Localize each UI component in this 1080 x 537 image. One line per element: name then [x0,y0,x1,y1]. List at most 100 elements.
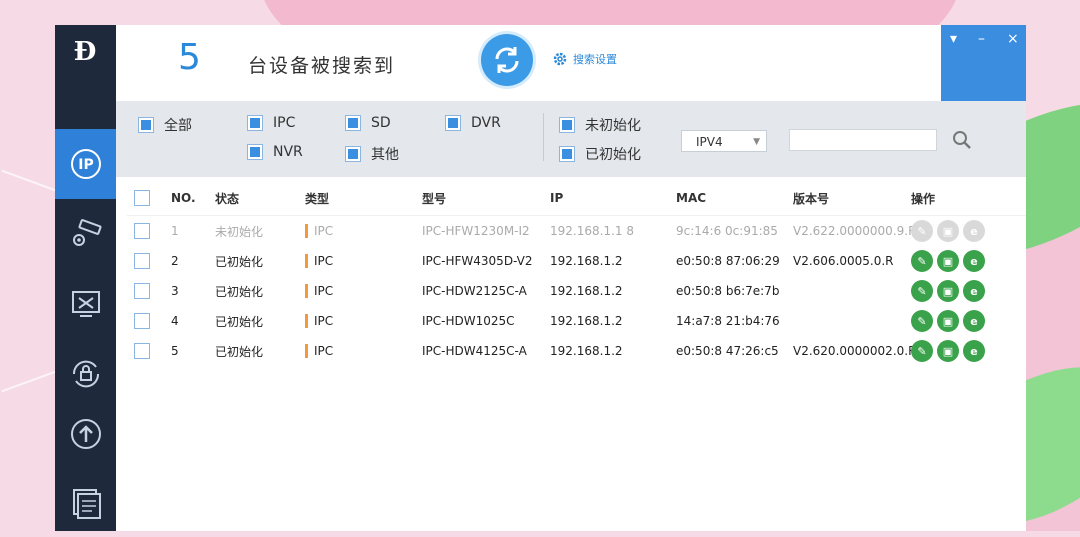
refresh-icon [495,47,519,73]
col-no[interactable]: NO. [171,191,215,205]
col-model[interactable]: 型号 [422,190,550,207]
cell-version: V2.606.0005.0.R [793,254,894,268]
col-state[interactable]: 状态 [215,190,305,207]
filter-ipc[interactable]: IPC [247,115,295,131]
row-checkbox[interactable] [134,283,150,299]
browser-icon[interactable]: e [963,310,985,332]
checkbox[interactable] [559,117,575,133]
table-row[interactable]: 5 已初始化 IPC IPC-HDW4125C-A 192.168.1.2 e0… [127,336,1026,366]
row-checkbox[interactable] [134,313,150,329]
close-button[interactable]: × [1007,31,1019,47]
table-row[interactable]: 2 已初始化 IPC IPC-HFW4305D-V2 192.168.1.2 e… [127,246,1026,276]
search-settings-link[interactable]: 搜索设置 [552,51,617,67]
table-row[interactable]: 1 未初始化 IPC IPC-HFW1230M-I2 192.168.1.1 8… [127,215,1026,246]
browser-icon: e [963,220,985,242]
edit-icon[interactable]: ✎ [911,250,933,272]
cell-mac: e0:50:8 47:26:c5 [676,344,779,358]
upgrade-icon [70,419,101,449]
row-checkbox[interactable] [134,253,150,269]
chevron-down-icon: ▼ [753,137,760,147]
browser-icon[interactable]: e [963,250,985,272]
filter-sd[interactable]: SD [345,115,391,131]
cell-model: IPC-HDW1025C [422,314,515,328]
filter-sd-label: SD [371,115,391,131]
cell-version: V2.622.0000000.9.R [793,224,917,238]
nav-ip-modify[interactable]: IP [55,129,116,199]
header: 5 台设备被搜索到 搜索设置 ▾ – × [116,25,1026,101]
col-version[interactable]: 版本号 [793,190,911,207]
cell-no: 3 [171,284,179,298]
config-tool-window: Ɖ IP 5 台设备被搜索到 搜索设置 ▾ – × 全部 IPC SD DVR … [55,25,1026,531]
filter-bar: 全部 IPC SD DVR NVR 其他 未初始化 已初始化 IPV4 ▼ [116,101,1026,177]
filter-other[interactable]: 其他 [345,144,399,164]
ip-version-select[interactable]: IPV4 ▼ [681,130,767,152]
cell-mac: 14:a7:8 21:b4:76 [676,314,780,328]
web-icon[interactable]: ▣ [937,340,959,362]
nav-upgrade[interactable] [55,399,116,469]
filter-nvr[interactable]: NVR [247,144,303,160]
row-checkbox[interactable] [134,343,150,359]
cell-model: IPC-HDW4125C-A [422,344,527,358]
browser-icon[interactable]: e [963,340,985,362]
nav-tools[interactable] [55,269,116,339]
sidebar: Ɖ IP [55,25,116,531]
web-icon[interactable]: ▣ [937,250,959,272]
browser-icon[interactable]: e [963,280,985,302]
row-checkbox[interactable] [134,223,150,239]
col-mac[interactable]: MAC [676,191,793,205]
cell-mac: 9c:14:6 0c:91:85 [676,224,778,238]
svg-text:IP: IP [78,157,93,173]
col-ops: 操作 [911,191,936,206]
cell-ip: 192.168.1.2 [550,284,623,298]
table-row[interactable]: 3 已初始化 IPC IPC-HDW2125C-A 192.168.1.2 e0… [127,276,1026,306]
filter-all[interactable]: 全部 [138,115,192,135]
cell-type: IPC [314,344,334,358]
refresh-button[interactable] [481,34,533,86]
search-icon[interactable] [950,128,974,152]
cell-ip: 192.168.1.2 [550,344,623,358]
cell-model: IPC-HFW4305D-V2 [422,254,533,268]
checkbox[interactable] [345,115,361,131]
cell-version: V2.620.0000002.0.R [793,344,917,358]
minimize-button[interactable]: – [978,31,985,47]
cell-type: IPC [314,254,334,268]
web-icon[interactable]: ▣ [937,280,959,302]
checkbox[interactable] [345,146,361,162]
filter-uninitialized[interactable]: 未初始化 [559,115,641,135]
edit-icon[interactable]: ✎ [911,310,933,332]
type-marker [305,224,308,238]
col-type[interactable]: 类型 [305,190,422,207]
nav-documents[interactable] [55,467,116,537]
select-all-checkbox[interactable] [134,190,150,206]
filter-ipc-label: IPC [273,115,296,131]
gear-icon [553,52,567,66]
checkbox[interactable] [445,115,461,131]
checkbox[interactable] [559,146,575,162]
type-marker [305,284,308,298]
cell-no: 5 [171,344,179,358]
checkbox[interactable] [138,117,154,133]
filter-all-label: 全部 [164,118,192,134]
checkbox[interactable] [247,115,263,131]
edit-icon[interactable]: ✎ [911,280,933,302]
filter-dvr-label: DVR [471,115,501,131]
filter-dvr[interactable]: DVR [445,115,501,131]
cell-ip: 192.168.1.2 [550,314,623,328]
nav-system-settings[interactable] [55,199,116,269]
search-input[interactable] [789,129,937,151]
edit-icon[interactable]: ✎ [911,340,933,362]
col-ip[interactable]: IP [550,191,676,205]
edit-icon: ✎ [911,220,933,242]
tools-icon [71,291,100,317]
cell-ip: 192.168.1.2 [550,254,623,268]
table-row[interactable]: 4 已初始化 IPC IPC-HDW1025C 192.168.1.2 14:a… [127,306,1026,336]
cell-model: IPC-HDW2125C-A [422,284,527,298]
filter-uninitialized-label: 未初始化 [585,118,641,134]
checkbox[interactable] [247,144,263,160]
cell-ip: 192.168.1.1 8 [550,224,634,238]
pin-button[interactable]: ▾ [950,31,957,47]
table-header: NO. 状态 类型 型号 IP MAC 版本号 操作 [127,181,1026,215]
camera-settings-icon [72,219,101,246]
web-icon[interactable]: ▣ [937,310,959,332]
filter-initialized[interactable]: 已初始化 [559,144,641,164]
